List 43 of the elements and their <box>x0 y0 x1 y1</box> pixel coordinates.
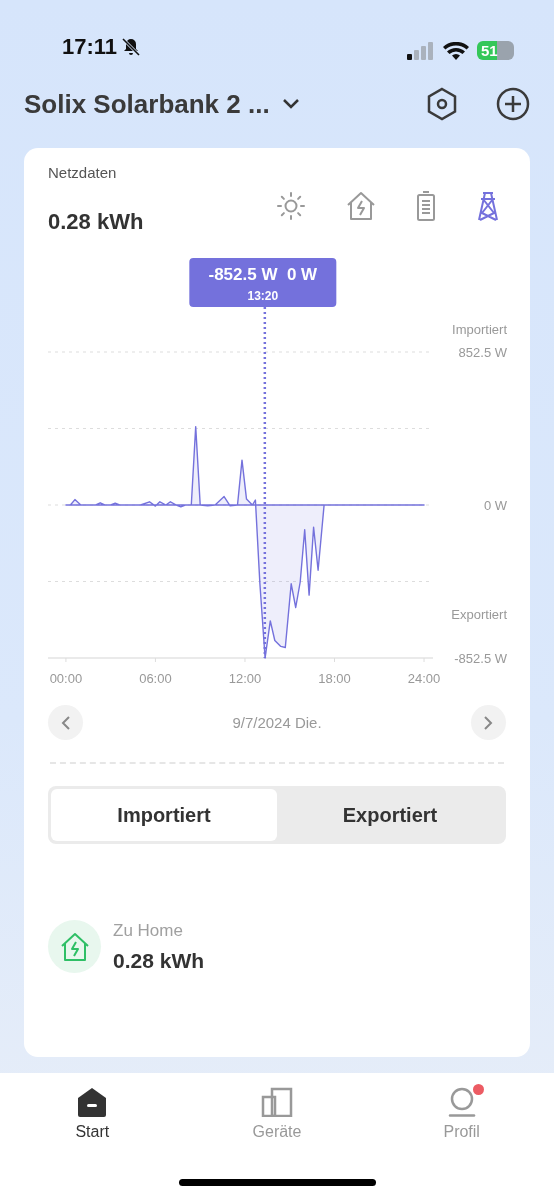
status-time: 17:11 <box>62 34 118 60</box>
y-tick-label: 0 W <box>483 498 507 513</box>
settings-icon[interactable] <box>426 87 458 121</box>
chevron-down-icon[interactable] <box>281 98 300 110</box>
x-tick-label: 12:00 <box>228 671 262 686</box>
metric-tab[interactable] <box>476 191 500 221</box>
sun-icon <box>276 191 306 221</box>
devices-icon <box>261 1087 293 1117</box>
house-bolt-icon <box>346 191 376 221</box>
chevron-left-icon <box>60 714 71 731</box>
metric-tab[interactable] <box>416 191 436 221</box>
y-tick-label: 852.5 W <box>458 345 507 360</box>
annotation: 13:20 <box>247 289 279 303</box>
x-tick-label: 06:00 <box>139 671 172 686</box>
entry-value: 0.28 kWh <box>113 948 205 973</box>
metric-tab[interactable] <box>276 191 306 221</box>
nav-tab[interactable]: Start <box>0 1073 185 1200</box>
entry-label: Zu Home <box>113 920 184 941</box>
x-tick-label: 00:00 <box>49 671 83 686</box>
date-label: 9/7/2024 Die. <box>232 714 322 731</box>
house-bolt-icon <box>48 920 101 973</box>
previous-button[interactable] <box>48 705 83 740</box>
battery-indicator: 51 <box>477 41 514 60</box>
tooltip: -852.5 W 0 W 13:20 <box>189 258 337 307</box>
power-tower-icon <box>476 191 500 221</box>
wifi-icon <box>443 41 469 60</box>
segment-tab[interactable]: Importiert <box>51 789 277 841</box>
x-tick-label: 24:00 <box>407 671 441 686</box>
y-tick-label: -852.5 W <box>454 651 507 666</box>
home-icon <box>76 1087 109 1117</box>
metric-tab[interactable] <box>346 191 376 221</box>
axis-label: Importiert <box>452 322 507 337</box>
card-title: Netzdaten <box>48 164 118 181</box>
next-button[interactable] <box>471 705 506 740</box>
signal-icon <box>407 41 435 60</box>
add-icon[interactable] <box>496 87 530 121</box>
battery-icon <box>416 191 436 221</box>
axis-label: Exportiert <box>451 607 507 622</box>
device-title[interactable]: Solix Solarbank 2 ... <box>24 88 270 120</box>
x-tick-label: 18:00 <box>318 671 351 686</box>
segment-tab[interactable]: Exportiert <box>277 789 503 841</box>
chevron-right-icon <box>483 714 494 731</box>
energy-total: 0.28 kWh <box>48 208 144 235</box>
